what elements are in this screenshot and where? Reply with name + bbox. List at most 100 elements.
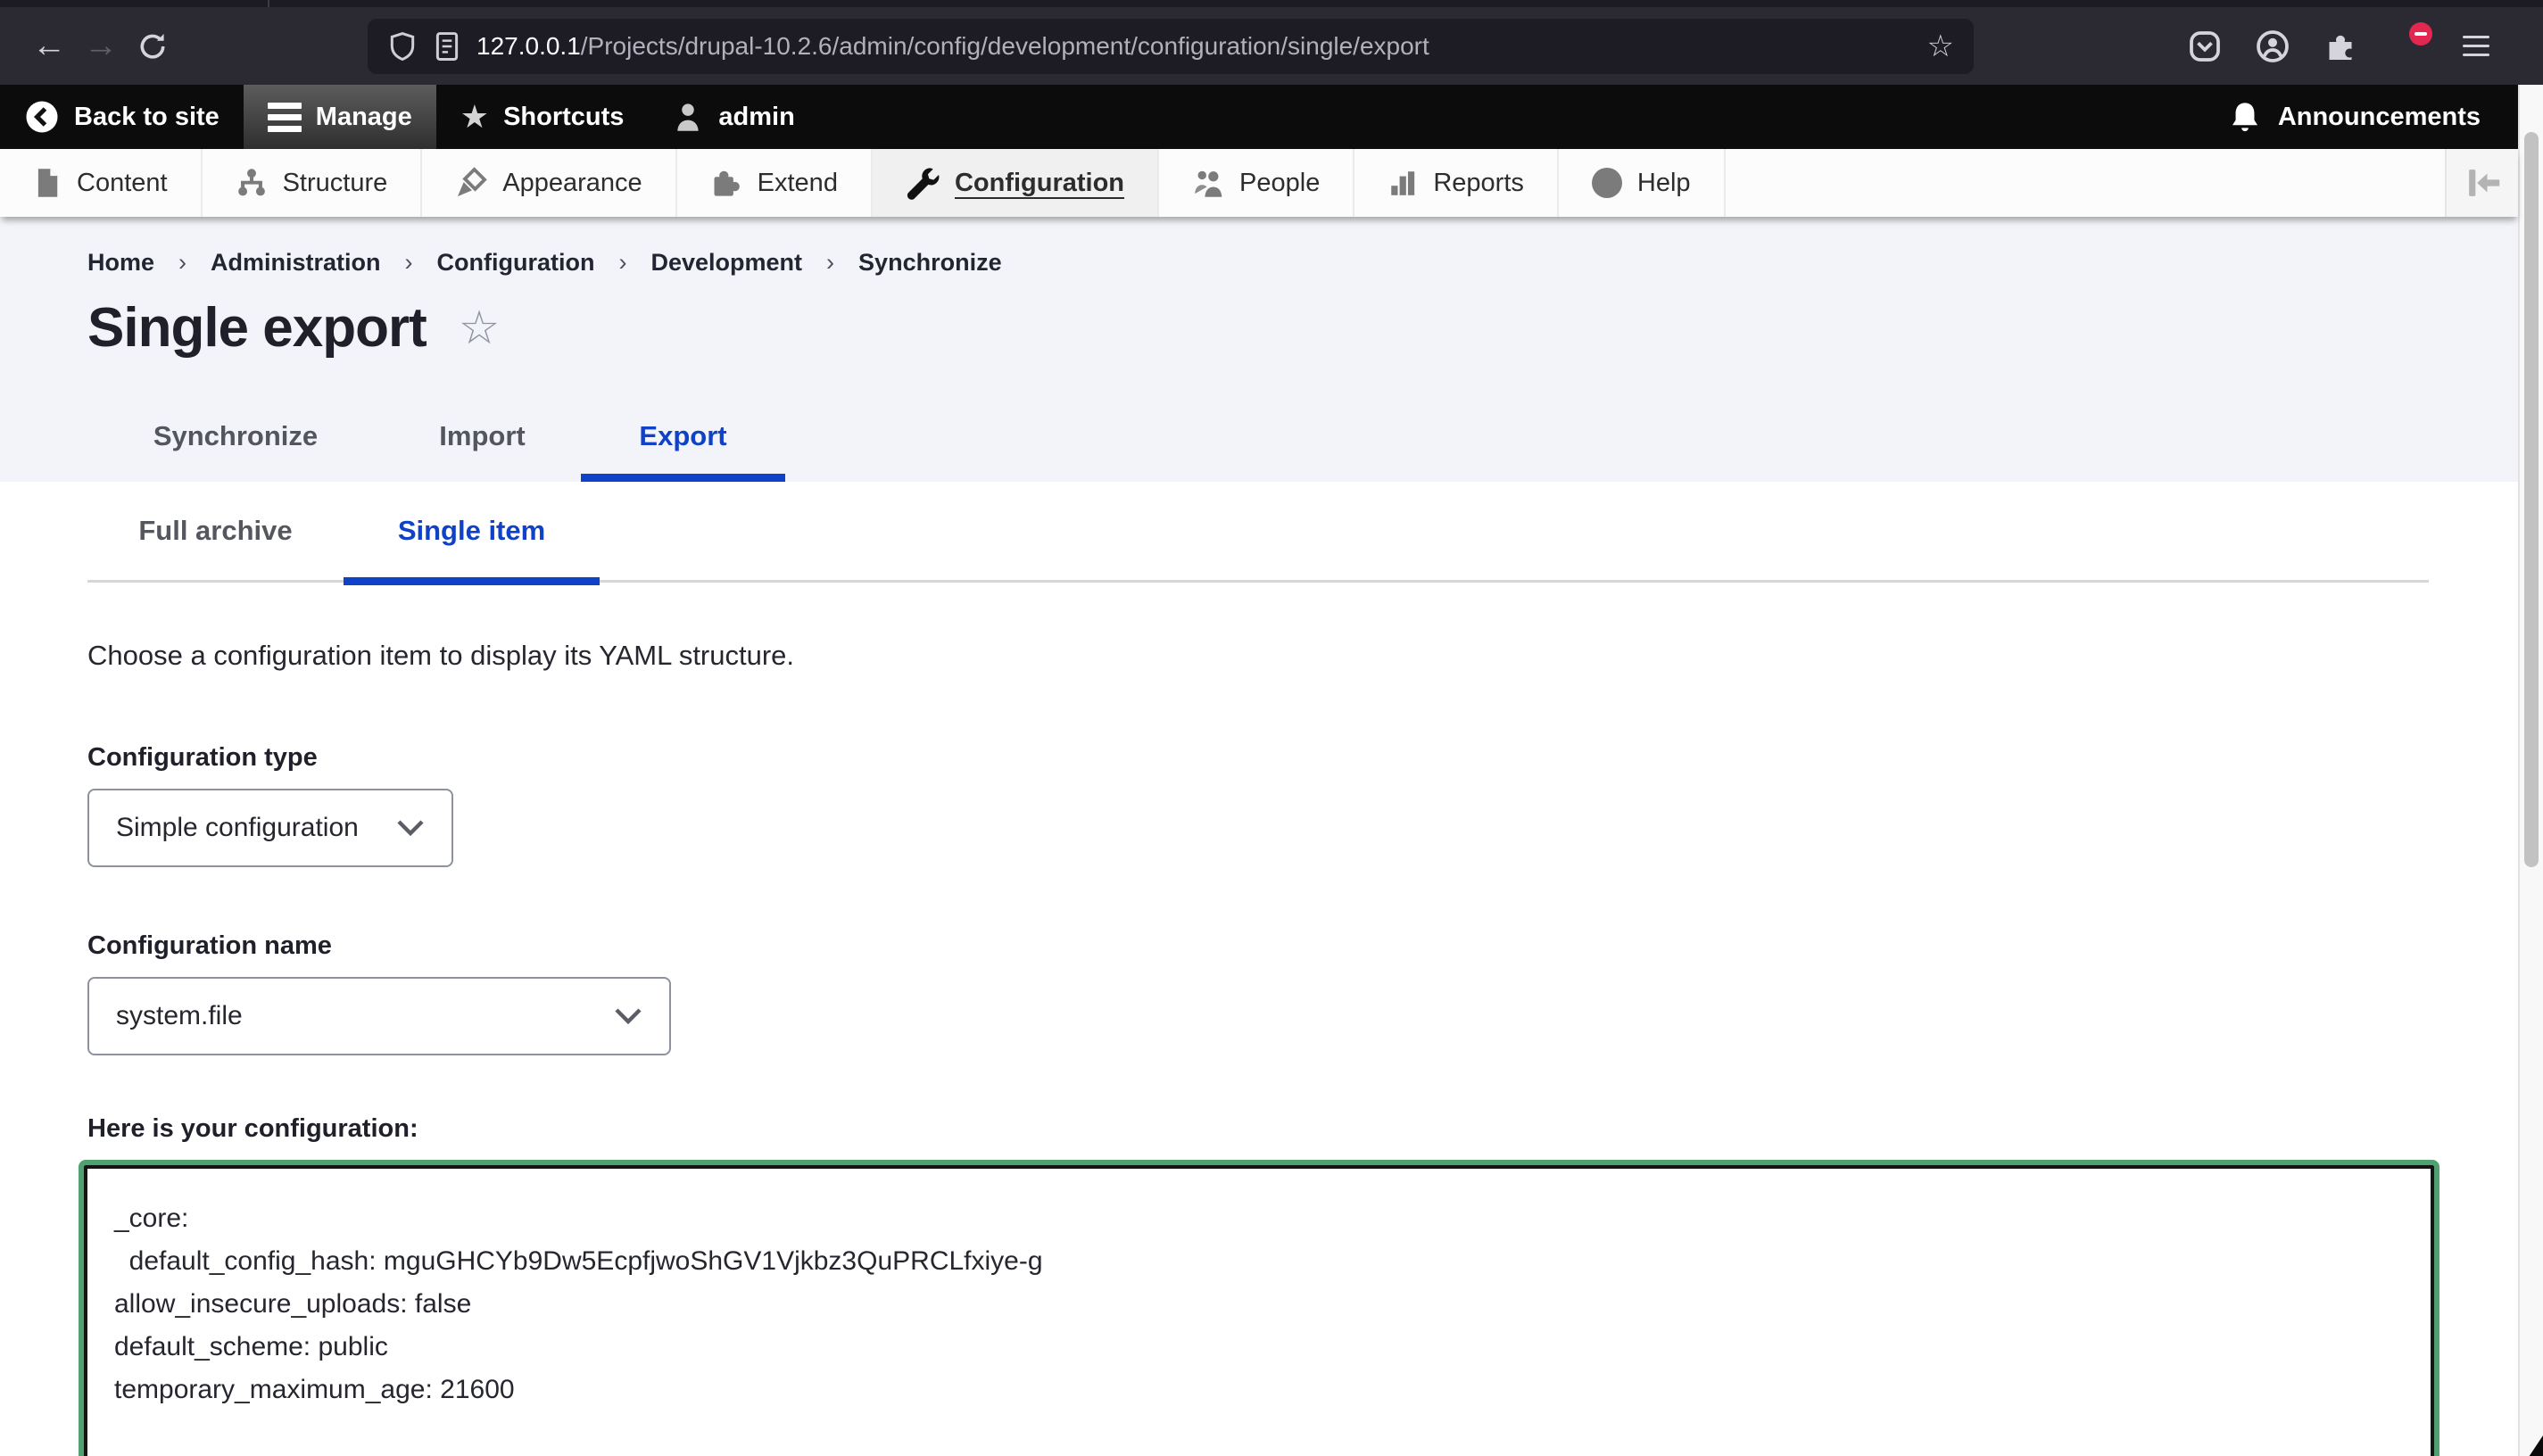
bookmark-star-icon[interactable]: ☆ (1927, 29, 1954, 64)
announcements-label: Announcements (2278, 103, 2481, 132)
browser-forward-button[interactable]: → (75, 21, 127, 72)
url-path: /Projects/drupal-10.2.6/admin/config/dev… (581, 32, 1429, 60)
config-name-select[interactable]: system.file (87, 977, 671, 1055)
breadcrumb-separator: › (619, 249, 627, 277)
subtab-full-archive[interactable]: Full archive (87, 482, 344, 580)
back-to-site-label: Back to site (74, 103, 220, 132)
puzzle-piece-icon (710, 167, 742, 199)
config-type-value: Simple configuration (116, 813, 359, 843)
help-question-icon: ? (1592, 168, 1622, 198)
reload-icon (137, 30, 169, 62)
window-top-strip (0, 0, 2543, 7)
config-name-label: Configuration name (87, 931, 2518, 961)
extensions-puzzle-icon[interactable] (2320, 26, 2361, 67)
tab-export[interactable]: Export (581, 420, 785, 482)
menu-label: Reports (1433, 169, 1524, 198)
form-description: Choose a configuration item to display i… (87, 640, 2518, 672)
breadcrumb-link-synchronize[interactable]: Synchronize (858, 249, 1002, 277)
url-domain: 127.0.0.1 (476, 32, 581, 60)
menu-label: Structure (283, 169, 388, 198)
menu-item-structure[interactable]: Structure (203, 149, 423, 217)
shortcuts-star-icon: ★ (460, 101, 489, 133)
mouse-cursor (2527, 1433, 2543, 1456)
browser-toolbar: ← → 127.0.0.1/Projects/drupal-10.2.6/adm… (0, 7, 2543, 85)
breadcrumb-separator: › (405, 249, 413, 277)
browser-reload-button[interactable] (127, 21, 178, 72)
menu-label: Extend (758, 169, 838, 198)
secondary-tabs: Full archive Single item (87, 482, 2429, 583)
wrench-icon (906, 166, 940, 200)
breadcrumb-link-configuration[interactable]: Configuration (437, 249, 595, 277)
back-to-site-link[interactable]: Back to site (0, 85, 244, 149)
menu-item-reports[interactable]: Reports (1354, 149, 1559, 217)
yaml-output-textarea[interactable]: _core: default_config_hash: mguGHCYb9Dw5… (84, 1165, 2434, 1456)
back-to-site-icon (24, 99, 60, 135)
menu-label: People (1239, 169, 1320, 198)
chevron-down-icon (396, 819, 425, 837)
bar-chart-icon (1387, 167, 1418, 199)
announcements-toolbar-item[interactable]: Announcements (2228, 85, 2518, 149)
page-title-row: Single export ☆ (87, 296, 2518, 360)
url-text: 127.0.0.1/Projects/drupal-10.2.6/admin/c… (476, 32, 1917, 61)
config-type-label: Configuration type (87, 743, 2518, 773)
tab-import[interactable]: Import (384, 420, 581, 482)
config-name-value: system.file (116, 1001, 243, 1031)
collapse-left-icon (2463, 163, 2502, 203)
blocked-badge-icon (2409, 22, 2432, 46)
menu-item-help[interactable]: ? Help (1559, 149, 1726, 217)
manage-menu-icon (268, 103, 302, 132)
pocket-icon[interactable] (2184, 26, 2225, 67)
menu-item-extend[interactable]: Extend (677, 149, 873, 217)
breadcrumb-link-development[interactable]: Development (651, 249, 803, 277)
menu-label: Configuration (955, 169, 1124, 198)
browser-right-icons (2184, 26, 2497, 67)
menu-label: Help (1637, 169, 1691, 198)
page-title: Single export (87, 296, 427, 360)
drupal-single-export-screen: ← → 127.0.0.1/Projects/drupal-10.2.6/adm… (0, 0, 2543, 1456)
profile-avatar[interactable] (2388, 26, 2429, 67)
breadcrumb-separator: › (178, 249, 186, 277)
user-toolbar-item[interactable]: admin (648, 85, 818, 149)
page-header: Home › Administration › Configuration › … (0, 217, 2518, 482)
browser-menu-icon[interactable] (2456, 26, 2497, 67)
export-form: Choose a configuration item to display i… (0, 583, 2518, 1456)
page-info-icon[interactable] (434, 31, 460, 62)
user-icon (672, 101, 704, 133)
config-type-select[interactable]: Simple configuration (87, 789, 453, 867)
page-scrollbar[interactable] (2518, 85, 2543, 1456)
menu-label: Appearance (502, 169, 642, 198)
menu-label: Content (77, 169, 168, 198)
yaml-output-label: Here is your configuration: (87, 1114, 2518, 1144)
paintbrush-icon (455, 167, 487, 199)
breadcrumb-link-home[interactable]: Home (87, 249, 154, 277)
tab-divider (268, 0, 269, 7)
shortcuts-toolbar-item[interactable]: ★ Shortcuts (436, 85, 649, 149)
toolbar-collapse-button[interactable] (2445, 149, 2518, 217)
page-region: Back to site Manage ★ Shortcuts admin (0, 85, 2518, 1456)
menu-item-people[interactable]: People (1159, 149, 1354, 217)
subtab-single-item[interactable]: Single item (344, 482, 600, 580)
menu-item-content[interactable]: Content (0, 149, 203, 217)
tracking-shield-icon[interactable] (387, 31, 418, 62)
shortcuts-label: Shortcuts (503, 103, 624, 132)
drupal-admin-menu: Content Structure Appearance Extend (0, 149, 2518, 217)
manage-label: Manage (316, 103, 412, 132)
scrollbar-thumb[interactable] (2524, 132, 2539, 867)
drupal-admin-toolbar: Back to site Manage ★ Shortcuts admin (0, 85, 2518, 149)
menu-spacer (1726, 149, 2445, 217)
breadcrumb-link-administration[interactable]: Administration (211, 249, 381, 277)
url-bar[interactable]: 127.0.0.1/Projects/drupal-10.2.6/admin/c… (368, 19, 1974, 74)
breadcrumb-separator: › (826, 249, 834, 277)
people-icon (1192, 167, 1224, 199)
user-label: admin (718, 103, 794, 132)
account-icon[interactable] (2252, 26, 2293, 67)
primary-tabs: Synchronize Import Export (87, 420, 2518, 482)
favorite-star-icon[interactable]: ☆ (459, 305, 501, 352)
manage-toolbar-item[interactable]: Manage (244, 85, 436, 149)
breadcrumb: Home › Administration › Configuration › … (87, 249, 2518, 277)
browser-back-button[interactable]: ← (23, 21, 75, 72)
menu-item-appearance[interactable]: Appearance (422, 149, 676, 217)
menu-item-configuration[interactable]: Configuration (873, 149, 1159, 217)
tab-synchronize[interactable]: Synchronize (87, 420, 384, 482)
bell-icon (2228, 100, 2262, 134)
